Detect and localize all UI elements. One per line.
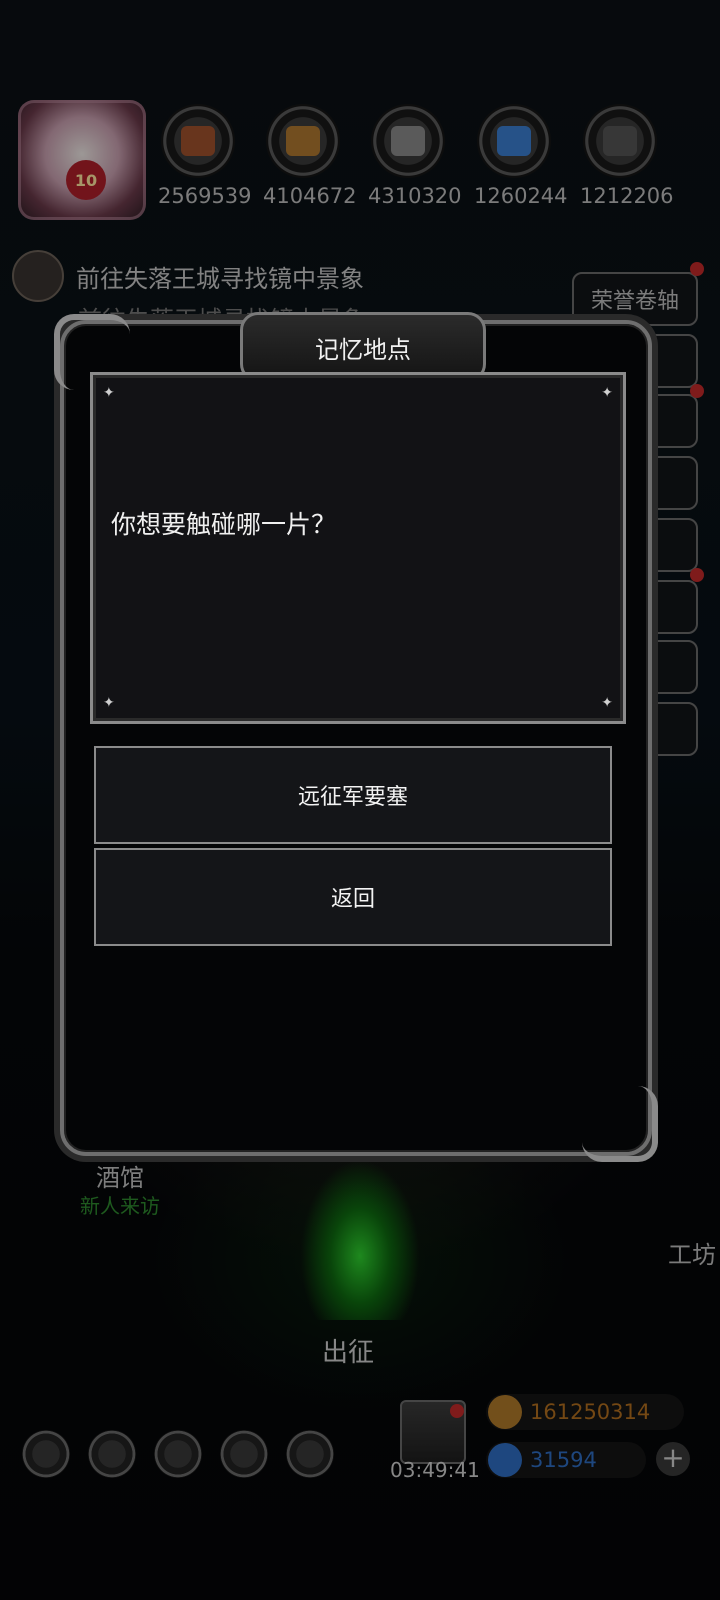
- corner-star-icon: ✦: [601, 385, 613, 401]
- option-return-button[interactable]: 返回: [94, 848, 612, 946]
- dialog-title: 记忆地点: [315, 335, 411, 364]
- corner-star-icon: ✦: [601, 695, 613, 711]
- corner-star-icon: ✦: [103, 385, 115, 401]
- option-expedition-fortress-button[interactable]: 远征军要塞: [94, 746, 612, 844]
- dialog-message-box: ✦ ✦ ✦ ✦ 你想要触碰哪一片？: [90, 372, 626, 724]
- dialog-message: 你想要触碰哪一片？: [111, 510, 337, 539]
- corner-star-icon: ✦: [103, 695, 115, 711]
